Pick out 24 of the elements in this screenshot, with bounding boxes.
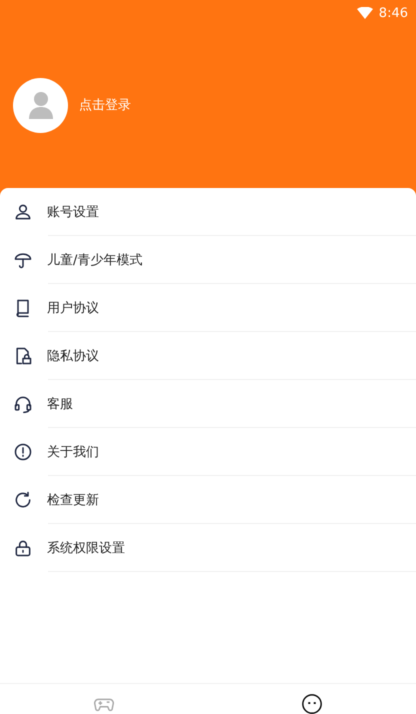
menu-item[interactable]: 隐私协议 — [0, 332, 416, 380]
menu-label: 系统权限设置 — [47, 540, 125, 557]
menu-label: 用户协议 — [47, 300, 99, 317]
menu-item[interactable]: 客服 — [0, 380, 416, 428]
menu-label: 隐私协议 — [47, 348, 99, 365]
wifi-icon — [356, 7, 373, 19]
menu-item[interactable]: 关于我们 — [0, 428, 416, 476]
menu-label: 客服 — [47, 396, 73, 413]
menu-item[interactable]: 检查更新 — [0, 476, 416, 524]
menu-item[interactable]: 用户协议 — [0, 284, 416, 332]
info-icon — [13, 442, 33, 462]
lock-icon — [13, 538, 33, 558]
menu-item[interactable]: 账号设置 — [0, 188, 416, 236]
refresh-icon — [13, 490, 33, 510]
person-icon — [13, 202, 33, 222]
headset-icon — [13, 394, 33, 414]
menu-label: 儿童/青少年模式 — [47, 252, 142, 269]
person-icon — [28, 91, 54, 119]
menu-label: 检查更新 — [47, 492, 99, 509]
status-time: 8:46 — [378, 6, 408, 20]
menu-item[interactable]: 儿童/青少年模式 — [0, 236, 416, 284]
menu-label: 关于我们 — [47, 444, 99, 461]
menu-item[interactable]: 系统权限设置 — [0, 524, 416, 572]
menu-label: 账号设置 — [47, 204, 99, 221]
